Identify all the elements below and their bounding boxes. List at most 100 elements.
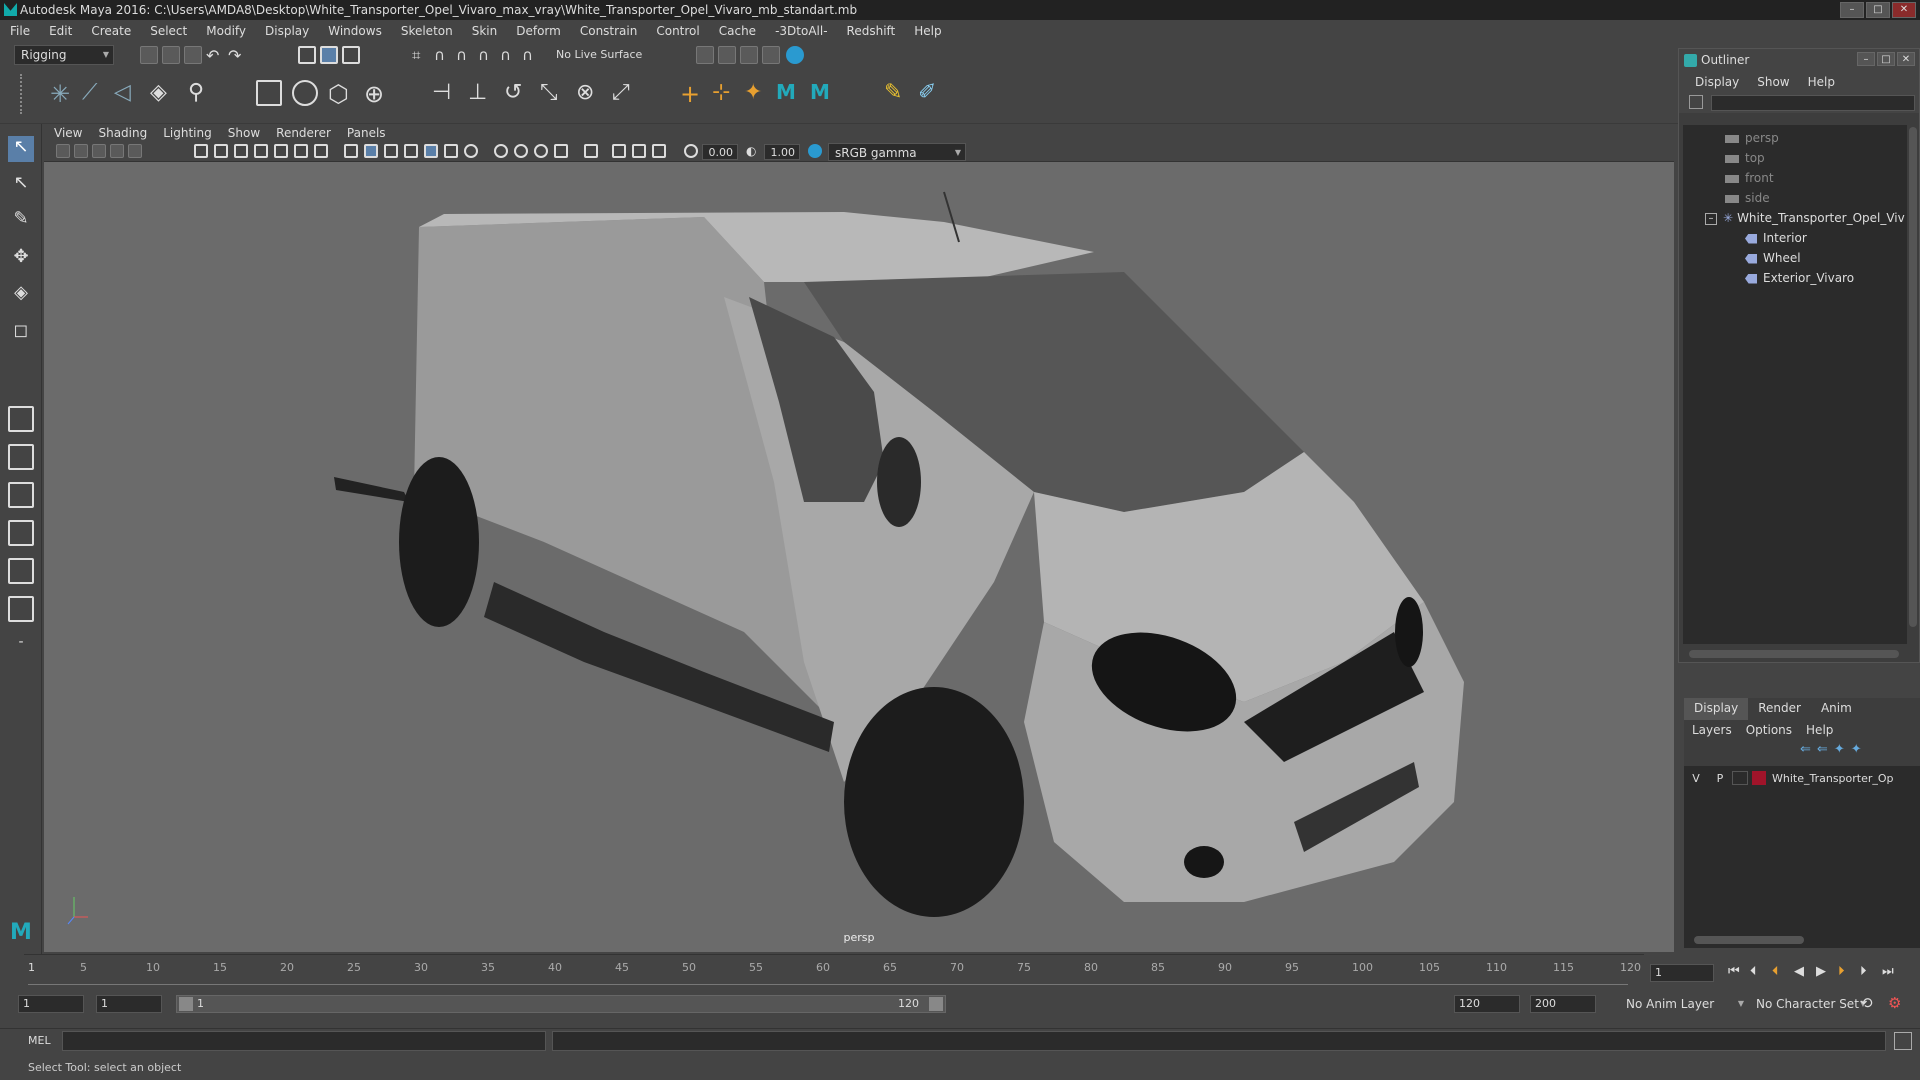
- playback-start-field[interactable]: 1: [96, 995, 162, 1013]
- scale-constraint-icon[interactable]: ⤡: [540, 80, 566, 106]
- bookmark-icon[interactable]: [92, 144, 106, 158]
- maximize-button[interactable]: □: [1866, 2, 1890, 18]
- grid-toggle-icon[interactable]: [194, 144, 208, 158]
- ik-handle-icon[interactable]: ⟋: [82, 80, 108, 106]
- step-forward-key-icon[interactable]: ⏵: [1838, 964, 1845, 979]
- safe-action-icon[interactable]: [294, 144, 308, 158]
- layout-more-icon[interactable]: -: [8, 634, 34, 660]
- ambient-occlusion-icon[interactable]: [464, 144, 478, 158]
- shadows-icon[interactable]: [444, 144, 458, 158]
- go-to-start-icon[interactable]: ⏮: [1728, 964, 1740, 979]
- snap-view-icon[interactable]: ∩: [478, 46, 496, 64]
- xray-joints-icon[interactable]: [534, 144, 548, 158]
- menu-constrain[interactable]: Constrain: [580, 24, 638, 38]
- outliner-item-top[interactable]: top: [1725, 149, 1765, 167]
- range-slider[interactable]: 1 120: [176, 995, 946, 1013]
- move-layer-up-icon[interactable]: ⇐: [1800, 742, 1811, 757]
- minimize-button[interactable]: –: [1840, 2, 1864, 18]
- snap-point-icon[interactable]: ∩: [456, 46, 474, 64]
- xray-icon[interactable]: [514, 144, 528, 158]
- textured-icon[interactable]: [404, 144, 418, 158]
- range-end-handle[interactable]: [929, 997, 943, 1011]
- outliner-item-side[interactable]: side: [1725, 189, 1770, 207]
- menu-file[interactable]: File: [10, 24, 30, 38]
- rotate-tool-icon[interactable]: ◈: [8, 282, 34, 308]
- tab-render[interactable]: Render: [1748, 698, 1811, 720]
- gamma-icon[interactable]: ◐: [746, 144, 760, 158]
- menu-modify[interactable]: Modify: [206, 24, 246, 38]
- menuset-dropdown[interactable]: Rigging: [14, 45, 114, 65]
- cluster-icon[interactable]: ⊕: [364, 80, 390, 108]
- exposure-icon[interactable]: [684, 144, 698, 158]
- playback-end-field[interactable]: 120: [1454, 995, 1520, 1013]
- shelf-handle-icon[interactable]: [20, 74, 32, 114]
- layer-menu-options[interactable]: Options: [1746, 723, 1792, 737]
- multisample-icon[interactable]: [612, 144, 626, 158]
- paint-weights-icon[interactable]: ✎: [884, 80, 910, 106]
- aim-constraint-icon[interactable]: ⊗: [576, 80, 602, 106]
- persp-outliner-layout-icon[interactable]: [8, 482, 34, 508]
- menu-cache[interactable]: Cache: [719, 24, 756, 38]
- camera-select-icon[interactable]: [56, 144, 70, 158]
- wireframe-icon[interactable]: [344, 144, 358, 158]
- field-chart-icon[interactable]: [274, 144, 288, 158]
- panel-menu-view[interactable]: View: [54, 126, 82, 140]
- outliner-item-root[interactable]: –✳White_Transporter_Opel_Vivaro: [1705, 209, 1905, 227]
- insert-joint-icon[interactable]: ◈: [150, 80, 176, 106]
- undo-icon[interactable]: ↶: [206, 46, 224, 65]
- orient-constraint-icon[interactable]: ↺: [504, 80, 530, 106]
- character-set-dropdown[interactable]: No Character Set: [1750, 995, 1870, 1013]
- outliner-menu-help[interactable]: Help: [1808, 75, 1835, 89]
- use-lights-icon[interactable]: [424, 144, 438, 158]
- outliner-minimize-button[interactable]: –: [1857, 52, 1875, 66]
- menu-display[interactable]: Display: [265, 24, 309, 38]
- render-settings-icon[interactable]: [762, 46, 780, 64]
- outliner-vscrollbar[interactable]: [1909, 127, 1917, 627]
- select-tool-icon[interactable]: ↖: [8, 136, 34, 162]
- menu-create[interactable]: Create: [91, 24, 131, 38]
- isolate-select-icon[interactable]: [494, 144, 508, 158]
- point-constraint-icon[interactable]: ⊥: [468, 80, 494, 106]
- ipr-render-icon[interactable]: [740, 46, 758, 64]
- pole-vector-icon[interactable]: ⤢: [612, 80, 638, 106]
- outliner-item-wheel[interactable]: Wheel: [1745, 249, 1801, 267]
- current-frame-marker[interactable]: 1: [28, 961, 35, 974]
- layer-playback-toggle[interactable]: P: [1708, 772, 1732, 785]
- select-hierarchy-icon[interactable]: [298, 46, 316, 64]
- current-frame-field[interactable]: 1: [1650, 964, 1714, 982]
- select-object-icon[interactable]: [320, 46, 338, 64]
- auto-key-icon[interactable]: ⟲: [1860, 994, 1873, 1012]
- layer-menu-help[interactable]: Help: [1806, 723, 1833, 737]
- panel-menu-lighting[interactable]: Lighting: [163, 126, 212, 140]
- animation-prefs-icon[interactable]: ⚙: [1888, 994, 1901, 1012]
- mirror-joint-icon[interactable]: ⚲: [188, 80, 214, 106]
- human-ik-icon[interactable]: M: [776, 80, 802, 106]
- bind-skin-icon[interactable]: [256, 80, 282, 106]
- depth-of-field-icon[interactable]: [632, 144, 646, 158]
- menu-skeleton[interactable]: Skeleton: [401, 24, 453, 38]
- outliner-item-interior[interactable]: Interior: [1745, 229, 1807, 247]
- outliner-item-front[interactable]: front: [1725, 169, 1774, 187]
- parent-constraint-icon[interactable]: ⊣: [432, 80, 458, 106]
- snap-grid-icon[interactable]: ⌗: [412, 46, 430, 64]
- outliner-maximize-button[interactable]: □: [1877, 52, 1895, 66]
- menu-3dtoall[interactable]: -3DtoAll-: [775, 24, 827, 38]
- motion-blur-icon[interactable]: [584, 144, 598, 158]
- uv-editor-layout-icon[interactable]: [8, 596, 34, 622]
- gamma-field[interactable]: 1.00: [764, 144, 800, 160]
- tab-display[interactable]: Display: [1684, 698, 1749, 720]
- panel-menu-renderer[interactable]: Renderer: [276, 126, 331, 140]
- set-driven-key-icon[interactable]: ✦: [744, 80, 770, 106]
- menu-windows[interactable]: Windows: [328, 24, 382, 38]
- redo-icon[interactable]: ↷: [228, 46, 246, 65]
- camera-attributes-icon[interactable]: [74, 144, 88, 158]
- range-start-handle[interactable]: [179, 997, 193, 1011]
- hypershade-layout-icon[interactable]: [8, 558, 34, 584]
- layer-color-swatch[interactable]: [1752, 771, 1766, 785]
- step-back-frame-icon[interactable]: ⏴: [1750, 964, 1757, 979]
- exposure-field[interactable]: 0.00: [702, 144, 738, 160]
- go-to-end-icon[interactable]: ⏭: [1882, 964, 1894, 979]
- snap-curve-icon[interactable]: ∩: [434, 46, 452, 64]
- ik-spline-icon[interactable]: ◁: [114, 80, 140, 106]
- layer-visibility-toggle[interactable]: V: [1684, 772, 1708, 785]
